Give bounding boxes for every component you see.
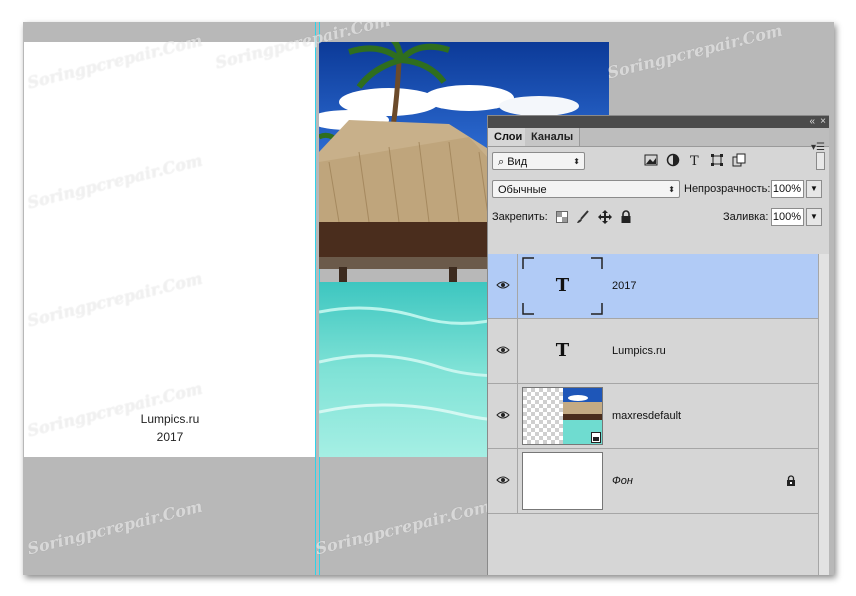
opacity-label: Непрозрачность: <box>684 183 771 195</box>
opacity-dropdown-button[interactable]: ▼ <box>806 180 822 198</box>
close-icon[interactable]: × <box>820 116 826 127</box>
layers-panel: « × Слои Каналы ▾☰ ⌕ Вид ⬍ T Обычные ⬍ Н… <box>487 115 829 575</box>
lock-transparency-icon[interactable] <box>556 211 568 223</box>
lock-brush-icon[interactable] <box>576 210 590 224</box>
shape-filter-icon[interactable] <box>710 153 724 167</box>
lock-move-icon[interactable] <box>598 210 612 224</box>
eye-icon[interactable] <box>496 280 510 290</box>
visibility-cell[interactable] <box>488 384 518 448</box>
search-icon: ⌕ <box>498 156 508 168</box>
document-white-area[interactable]: Lumpics.ru 2017 <box>24 42 316 457</box>
layer-name[interactable]: maxresdefault <box>612 384 681 449</box>
smart-object-icon <box>591 432 601 443</box>
doc-text-lumpics[interactable]: Lumpics.ru <box>24 412 316 426</box>
opacity-field[interactable]: 100% <box>771 180 804 198</box>
visibility-cell[interactable] <box>488 319 518 383</box>
document-canvas[interactable]: Lumpics.ru 2017 Soringpcrepair.Com Sorin… <box>23 22 834 575</box>
fill-label: Заливка: <box>723 211 769 223</box>
layers-scrollbar[interactable] <box>818 254 829 575</box>
layer-name[interactable]: Фон <box>612 449 633 514</box>
layer-name[interactable]: Lumpics.ru <box>612 319 666 384</box>
blend-mode-select[interactable]: Обычные ⬍ <box>492 180 680 198</box>
eye-icon[interactable] <box>496 345 510 355</box>
collapse-icon[interactable]: « <box>809 116 815 127</box>
adjustment-filter-icon[interactable] <box>666 153 680 167</box>
layer-name[interactable]: 2017 <box>612 254 636 319</box>
watermark: Soringpcrepair.Com <box>25 496 205 559</box>
tab-channels[interactable]: Каналы <box>525 128 581 146</box>
doc-text-year[interactable]: 2017 <box>24 430 316 444</box>
type-filter-icon[interactable]: T <box>688 153 702 167</box>
layer-row-background[interactable]: Фон <box>488 449 818 514</box>
layer-row-lumpics[interactable]: T Lumpics.ru <box>488 319 818 384</box>
svg-text:T: T <box>690 154 699 167</box>
fill-field[interactable]: 100% <box>771 208 804 226</box>
layers-list: T 2017 T Lumpics.ru maxresdefault Фон <box>488 254 818 575</box>
chevron-updown-icon: ⬍ <box>573 157 580 166</box>
eye-icon[interactable] <box>496 410 510 420</box>
eye-icon[interactable] <box>496 475 510 485</box>
layer-thumbnail-white[interactable] <box>522 452 603 510</box>
filter-kind-value: Вид <box>507 156 528 168</box>
watermark: Soringpcrepair.Com <box>313 496 493 559</box>
selection-corners <box>522 257 603 315</box>
tab-layers[interactable]: Слои <box>488 128 530 146</box>
lock-all-icon[interactable] <box>620 210 632 224</box>
layer-row-2017[interactable]: T 2017 <box>488 254 818 319</box>
layer-thumbnail-type[interactable]: T <box>522 257 603 315</box>
panel-topbar: « × <box>488 116 829 128</box>
layer-row-maxresdefault[interactable]: maxresdefault <box>488 384 818 449</box>
visibility-cell[interactable] <box>488 449 518 513</box>
panel-tabs: Слои Каналы ▾☰ <box>488 128 829 153</box>
watermark: Soringpcrepair.Com <box>605 22 785 83</box>
lock-icon <box>787 475 795 486</box>
lock-label: Закрепить: <box>492 211 548 223</box>
type-layer-icon: T <box>555 340 570 361</box>
smart-object-filter-icon[interactable] <box>732 153 746 167</box>
blend-mode-value: Обычные <box>498 184 547 196</box>
image-filter-icon[interactable] <box>644 153 658 167</box>
layer-thumbnail-image[interactable] <box>522 387 603 445</box>
guide-line-left[interactable] <box>315 22 316 575</box>
filter-kind-select[interactable]: ⌕ Вид ⬍ <box>492 152 585 170</box>
chevron-updown-icon: ⬍ <box>668 185 675 194</box>
filter-toggle[interactable] <box>816 152 825 170</box>
layer-thumbnail-type[interactable]: T <box>522 322 603 380</box>
fill-dropdown-button[interactable]: ▼ <box>806 208 822 226</box>
visibility-cell[interactable] <box>488 254 518 318</box>
